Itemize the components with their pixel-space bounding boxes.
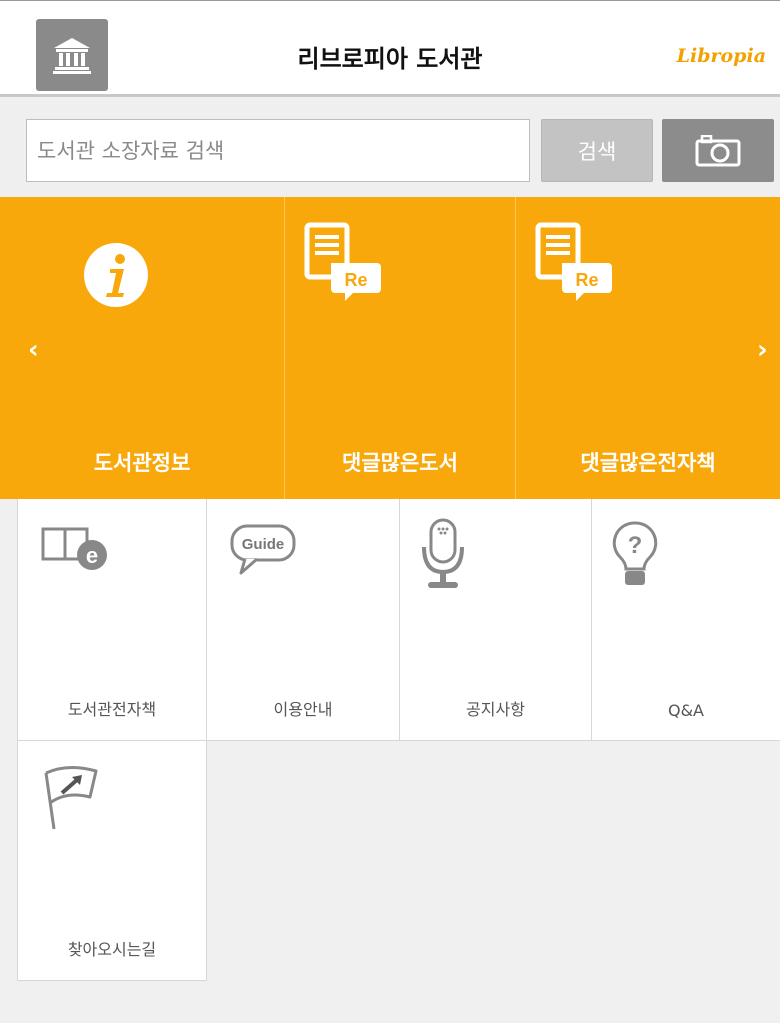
banner-next-arrow[interactable]: › (757, 335, 768, 365)
banner-prev-arrow[interactable]: ‹ (28, 335, 39, 365)
app-header: 리브로피아 도서관 Libropia (0, 0, 780, 97)
review-document-icon: Re (535, 222, 612, 301)
search-bar: 검색 (0, 100, 780, 197)
menu-item-label: Q&A (667, 701, 704, 720)
search-input[interactable] (26, 119, 530, 182)
page-title: 리브로피아 도서관 (297, 45, 483, 73)
lightbulb-question-icon: ? (612, 521, 658, 585)
banner-label: 댓글많은도서 (342, 451, 458, 475)
featured-banner: 도서관정보 Re 댓글많은도서 Re 댓글많은전자책 (0, 197, 780, 499)
banner-item-reviewed-books[interactable]: Re 댓글많은도서 (285, 197, 515, 499)
svg-text:Re: Re (575, 270, 598, 290)
camera-search-button[interactable] (662, 119, 774, 182)
svg-text:e: e (86, 543, 98, 568)
menu-item-label: 도서관전자책 (67, 700, 157, 719)
guide-bubble-icon: Guide (230, 524, 296, 575)
info-icon (84, 243, 148, 307)
menu-item-label: 찾아오시는길 (67, 940, 157, 959)
menu-item-guide[interactable]: Guide 이용안내 (207, 499, 400, 741)
banner-label: 도서관정보 (93, 451, 191, 475)
camera-icon (695, 134, 741, 166)
ebook-icon: e (41, 527, 107, 570)
menu-item-label: 공지사항 (466, 700, 525, 719)
menu-item-directions[interactable]: 찾아오시는길 (17, 741, 207, 981)
banner-label: 댓글많은전자책 (580, 451, 716, 475)
brand-logo: Libropia (676, 45, 766, 67)
search-button[interactable]: 검색 (541, 119, 653, 182)
svg-text:Re: Re (344, 270, 367, 290)
banner-item-reviewed-ebooks[interactable]: Re 댓글많은전자책 (516, 197, 780, 499)
review-document-icon: Re (304, 222, 381, 301)
svg-text:Guide: Guide (242, 536, 285, 553)
menu-item-qna[interactable]: ? Q&A (592, 499, 780, 741)
svg-text:?: ? (628, 532, 643, 559)
flag-icon (44, 766, 98, 830)
menu-item-library-ebooks[interactable]: e 도서관전자책 (17, 499, 207, 741)
menu-item-notices[interactable]: 공지사항 (400, 499, 592, 741)
menu-item-label: 이용안내 (273, 700, 333, 719)
microphone-icon (422, 518, 464, 588)
banner-item-library-info[interactable]: 도서관정보 (0, 197, 284, 499)
